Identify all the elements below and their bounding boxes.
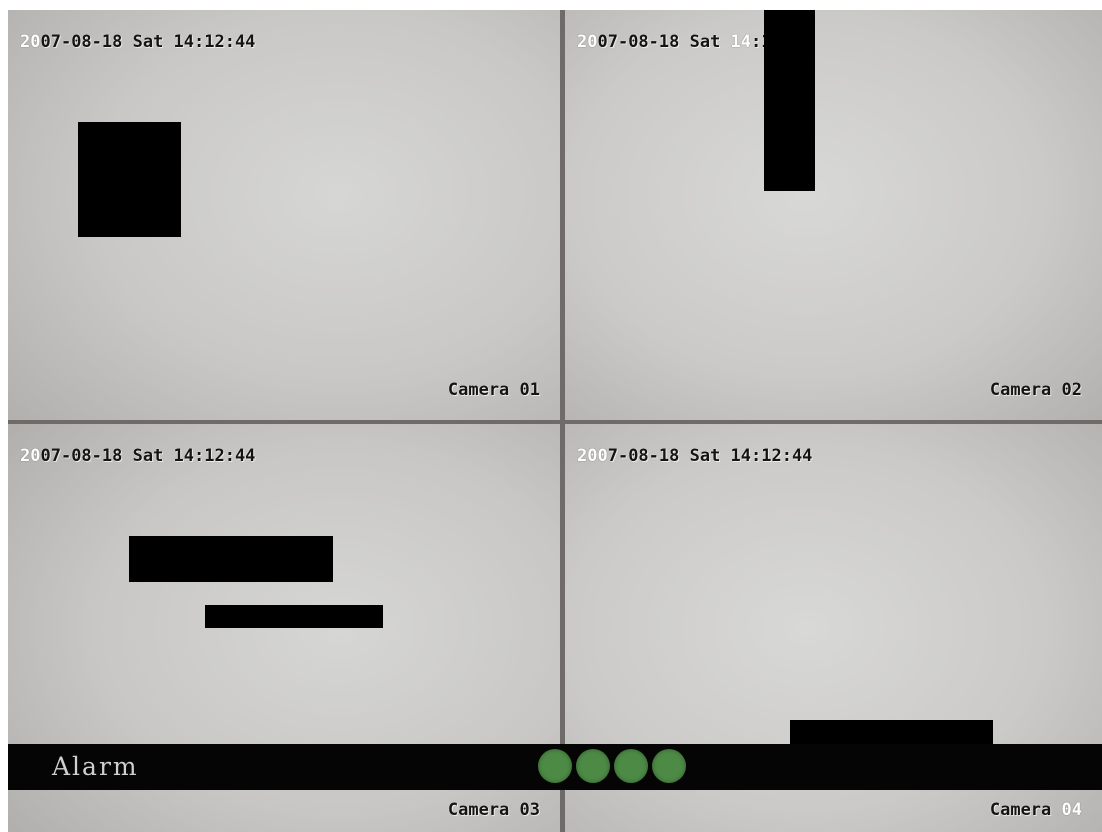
timestamp-text: 7-08-18 Sat 14:12:44 [607,446,813,466]
timestamp-text: 07-08-18 Sat 14:12:44 [40,446,256,466]
timestamp-prefix: 20 [20,32,41,52]
privacy-mask [205,605,383,628]
privacy-mask [764,10,815,191]
camera-name-label: Camera 03 [447,800,540,820]
privacy-mask [78,122,181,237]
camera-name-label: Camera 04 [990,800,1082,820]
privacy-mask [790,720,993,744]
camera-name-label: Camera 02 [989,380,1082,400]
timestamp-text: 07-08-18 Sat [597,32,731,52]
timestamp-overlay: 2007-08-18 Sat 14:12:44 [20,446,255,466]
alarm-status-bar: Alarm [8,744,1102,790]
timestamp-overlay: 2007-08-18 Sat 14:12:44 [20,32,255,52]
timestamp-overlay: 2007-08-18 Sat 14:12:44 [577,446,812,466]
alarm-indicator-dot [538,749,572,783]
alarm-indicators [538,749,686,783]
alarm-indicator-dot [652,749,686,783]
dvr-monitor-view: 2007-08-18 Sat 14:12:44 Camera 01 2007-0… [8,10,1102,832]
camera-pane-1[interactable]: 2007-08-18 Sat 14:12:44 Camera 01 [8,10,560,420]
privacy-mask [129,536,333,582]
timestamp-text: 07-08-18 Sat 14:12:44 [40,32,256,52]
timestamp-prefix: 20 [20,446,41,466]
camera-name-highlight: 04 [1061,800,1082,820]
alarm-label: Alarm [52,752,139,781]
alarm-indicator-dot [576,749,610,783]
camera-pane-2[interactable]: 2007-08-18 Sat 14:12:44 Camera 02 [565,10,1102,420]
timestamp-highlight: 14 [730,32,752,52]
alarm-indicator-dot [614,749,648,783]
camera-name-text: Camera [989,800,1062,820]
camera-name-label: Camera 01 [447,380,540,400]
timestamp-prefix: 20 [577,32,598,52]
timestamp-prefix: 200 [577,446,608,466]
